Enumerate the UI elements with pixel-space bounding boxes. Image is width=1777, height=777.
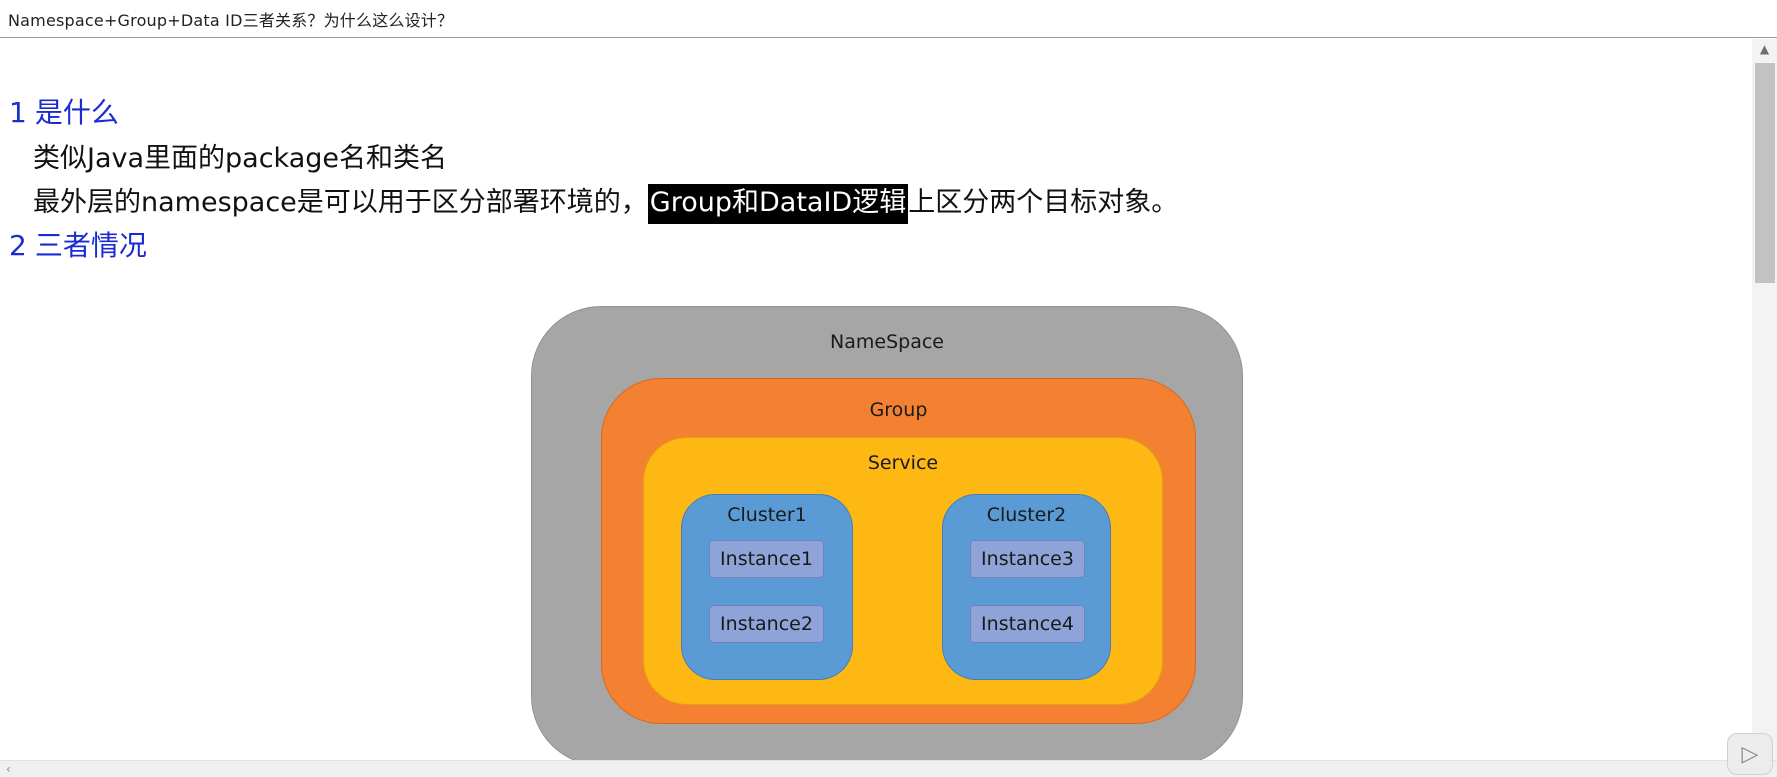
horizontal-scrollbar[interactable]: ‹ [0,760,1777,777]
play-icon: ▷ [1741,741,1759,767]
title-bar: Namespace+Group+Data ID三者关系？为什么这么设计？ [0,0,1777,38]
instance-box: Instance4 [970,605,1085,643]
cluster-label: Cluster2 [986,504,1067,526]
chevron-left-icon[interactable]: ‹ [6,762,11,776]
paragraph-namespace: 最外层的namespace是可以用于区分部署环境的，Group和DataID逻辑… [33,180,1179,224]
instance-box: Instance1 [709,540,824,578]
group-label: Group [869,399,928,421]
document-content: 1 是什么 类似Java里面的package名和类名 最外层的namespace是… [0,39,1752,761]
selected-text[interactable]: Group和DataID逻辑 [647,184,909,224]
instance-box: Instance3 [970,540,1085,578]
cluster-label: Cluster1 [727,504,807,526]
window-title: Namespace+Group+Data ID三者关系？为什么这么设计？ [8,10,454,30]
vertical-scrollbar[interactable]: ▲ [1752,39,1777,761]
section-title: 是什么 [34,96,119,129]
namespace-diagram: NameSpace Group Service Cluster1 Instanc… [531,306,1243,761]
section-heading-three: 2 三者情况 [9,224,147,264]
service-label: Service [867,452,939,474]
play-button[interactable]: ▷ [1727,733,1773,775]
section-number: 1 [9,96,27,129]
cluster1-box: Cluster1 Instance1 Instance2 [681,494,853,680]
namespace-label: NameSpace [830,331,944,353]
instance-box: Instance2 [709,605,824,643]
scrollbar-thumb[interactable] [1755,63,1775,283]
section-title: 三者情况 [34,229,147,262]
section-heading-what: 1 是什么 [9,91,119,131]
paragraph-text-before: 最外层的namespace是可以用于区分部署环境的， [33,187,648,218]
document-window: Namespace+Group+Data ID三者关系？为什么这么设计？ 1 是什… [0,0,1777,777]
paragraph-text-after: 上区分两个目标对象。 [908,187,1179,218]
paragraph-analogy: 类似Java里面的package名和类名 [33,143,448,174]
cluster2-box: Cluster2 Instance3 Instance4 [942,494,1111,680]
chevron-up-icon[interactable]: ▲ [1758,43,1771,55]
section-number: 2 [9,229,27,262]
